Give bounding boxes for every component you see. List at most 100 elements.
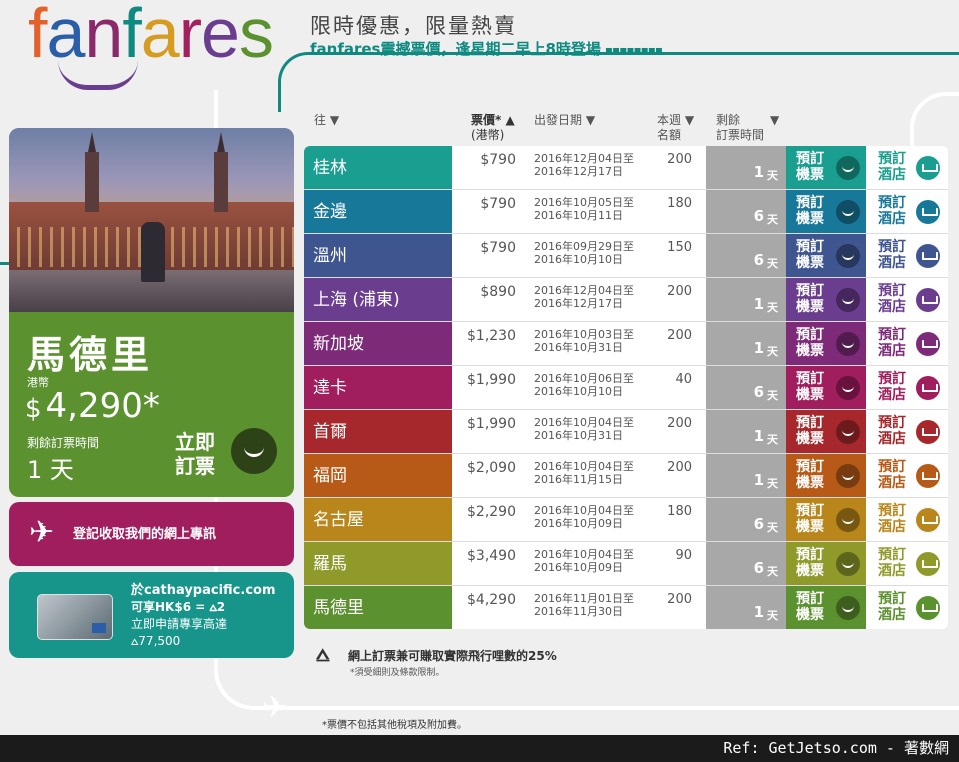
destination-name[interactable]: 達卡 [304,366,452,409]
card-promo-text: 於cathaypacific.com 可享HK$6 = ⩟2 立即申請專享高達 … [131,583,276,648]
book-flight-button[interactable]: 預訂 機票 [786,190,866,233]
destination-name[interactable]: 桂林 [304,146,452,189]
logo-letter: n [84,0,123,72]
book-flight-button[interactable]: 預訂 機票 [786,542,866,585]
smile-icon [836,420,860,444]
fare-row: 溫州 $790 2016年09月29日至 2016年10月10日 150 6 天預訂 機票 預訂… [304,234,948,278]
smile-icon [836,376,860,400]
departure-dates: 2016年09月29日至 2016年10月10日 [534,240,634,266]
featured-destination-card[interactable]: 馬德里 港幣 $4,290* 剩餘訂票時間 1 天 立即 訂票 [9,128,294,497]
book-flight-button[interactable]: 預訂 機票 [786,586,866,629]
bed-icon [916,464,940,488]
logo-letter: e [201,0,240,72]
remaining-days: 1天 [706,410,786,453]
book-flight-button[interactable]: 預訂 機票 [786,366,866,409]
bed-icon [916,508,940,532]
decorative-track-teal [278,52,959,112]
fine-print: *票價不包括其他稅項及附加費。 [322,720,467,731]
fare-price: $790 [480,196,516,212]
fare-price: $790 [480,240,516,256]
sort-remaining-time[interactable]: 剩餘 ▼ 訂票時間 [716,113,779,143]
smile-icon[interactable] [231,428,277,474]
destination-name[interactable]: 溫州 [304,234,452,277]
departure-dates: 2016年10月04日至 2016年11月15日 [534,460,634,486]
remaining-days: 6天 [706,542,786,585]
book-hotel-button[interactable]: 預訂 酒店 [870,190,948,233]
bed-icon [916,288,940,312]
book-hotel-button[interactable]: 預訂 酒店 [870,454,948,497]
fare-price: $2,290 [467,504,516,520]
book-hotel-button[interactable]: 預訂 酒店 [870,278,948,321]
fare-row: 首爾 $1,990 2016年10月04日至 2016年10月31日 200 1 天預訂 機票… [304,410,948,454]
book-hotel-button[interactable]: 預訂 酒店 [870,322,948,365]
miles-subtext: *須受細則及條款限制。 [350,668,445,678]
destination-name[interactable]: 羅馬 [304,542,452,585]
departure-dates: 2016年10月06日至 2016年10月10日 [534,372,634,398]
newsletter-signup-button[interactable]: ✈ 登記收取我們的網上專訊 [9,502,294,566]
fare-row: 馬德里 $4,290 2016年11月01日至 2016年11月30日 200 1 天預訂機… [304,586,948,629]
destination-name[interactable]: 馬德里 [304,586,452,629]
weekly-quota: 40 [675,372,692,387]
logo-letter: r [178,0,202,72]
book-hotel-button[interactable]: 預訂 酒店 [870,366,948,409]
remaining-days: 6天 [706,190,786,233]
book-flight-button[interactable]: 預訂 機票 [786,234,866,277]
remaining-time: 1 天 [27,456,74,484]
logo-letter: a [46,0,85,72]
book-flight-button[interactable]: 預訂 機票 [786,410,866,453]
destination-name[interactable]: 新加坡 [304,322,452,365]
destination-name[interactable]: 金邊 [304,190,452,233]
departure-dates: 2016年10月04日至 2016年10月31日 [534,416,634,442]
bed-icon [916,376,940,400]
bed-icon [916,244,940,268]
fare-row: 新加坡 $1,230 2016年10月03日至 2016年10月31日 200 1 天預訂機… [304,322,948,366]
headline-subtitle: fanfares震撼票價，逢星期二早上8時登場 ▪▪▪▪▪▪▪▪ [310,40,663,58]
smile-icon [836,464,860,488]
book-hotel-button[interactable]: 預訂 酒店 [870,234,948,277]
destination-name[interactable]: 首爾 [304,410,452,453]
fare-price: $1,230 [467,328,516,344]
fares-table: 桂林 $790 2016年12月04日至 2016年12月17日 200 1 天預訂 機票 預訂… [304,146,948,629]
book-hotel-button[interactable]: 預訂 酒店 [870,410,948,453]
headline-title: 限時優惠，限量熱賣 [310,14,517,38]
departure-dates: 2016年10月04日至 2016年10月09日 [534,548,634,574]
newsletter-label: 登記收取我們的網上專訊 [73,527,217,542]
smile-icon [836,596,860,620]
fare-row: 福岡 $2,090 2016年10月04日至 2016年11月15日 200 1 天預訂 機票… [304,454,948,498]
fare-row: 桂林 $790 2016年12月04日至 2016年12月17日 200 1 天預訂 機票 預訂… [304,146,948,190]
book-flight-button[interactable]: 預訂 機票 [786,322,866,365]
destination-name[interactable]: 上海 (浦東) [304,278,452,321]
page-background: fanfares 限時優惠，限量熱賣 fanfares震撼票價，逢星期二早上8時… [0,0,959,735]
plane-icon: ✈ [29,515,55,550]
logo-letter: f [122,0,141,72]
sort-fare[interactable]: 票價* ▲ (港幣) [471,113,515,143]
book-flight-button[interactable]: 預訂 機票 [786,278,866,321]
book-now-button[interactable]: 立即 訂票 [175,430,215,478]
credit-card-image [37,594,113,640]
remaining-days: 6天 [706,366,786,409]
sort-destination[interactable]: 往 ▼ [314,113,339,128]
reference-text: Ref: GetJetso.com - 著數網 [723,739,949,757]
book-flight-button[interactable]: 預訂 機票 [786,146,866,189]
sort-departure-date[interactable]: 出發日期 ▼ [534,113,595,128]
destination-name[interactable]: 福岡 [304,454,452,497]
weekly-quota: 200 [667,152,692,167]
credit-card-promo[interactable]: 於cathaypacific.com 可享HK$6 = ⩟2 立即申請專享高達 … [9,572,294,658]
book-hotel-button[interactable]: 預訂 酒店 [870,586,948,629]
fare-price: $3,490 [467,548,516,564]
bed-icon [916,596,940,620]
remaining-days: 6天 [706,498,786,541]
destination-name[interactable]: 名古屋 [304,498,452,541]
sort-quota[interactable]: 本週 ▼ 名額 [657,113,694,143]
book-hotel-button[interactable]: 預訂 酒店 [870,498,948,541]
book-hotel-button[interactable]: 預訂 酒店 [870,542,948,585]
madrid-photo [9,128,294,312]
bed-icon [916,552,940,576]
asia-miles-icon: ⩟ [316,642,330,667]
weekly-quota: 200 [667,328,692,343]
book-flight-button[interactable]: 預訂 機票 [786,498,866,541]
book-hotel-button[interactable]: 預訂 酒店 [870,146,948,189]
weekly-quota: 200 [667,284,692,299]
smile-icon [836,332,860,356]
book-flight-button[interactable]: 預訂 機票 [786,454,866,497]
